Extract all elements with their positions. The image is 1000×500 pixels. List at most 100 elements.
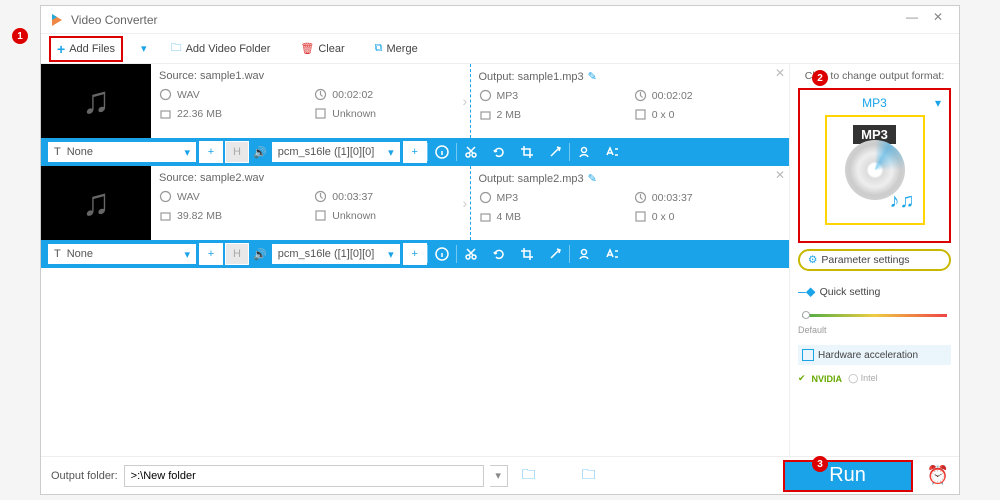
folder-icon <box>479 210 492 223</box>
add-files-label: Add Files <box>69 43 115 55</box>
source-panel: Source: sample2.wav WAV 00:03:37 39.82 M… <box>151 166 471 240</box>
item-toolbar: T None▾ + H 🔊 pcm_s16le ([1][0][0]▾ + <box>41 138 789 166</box>
dropdown-caret-icon[interactable]: ▾ <box>141 42 147 55</box>
edit-output-button[interactable]: ✎ <box>588 70 597 83</box>
effect-dropdown[interactable]: T None▾ <box>47 243 197 265</box>
merge-button[interactable]: ⧉ Merge <box>369 39 424 58</box>
rotate-button[interactable] <box>485 138 513 166</box>
add-files-button[interactable]: + Add Files <box>49 36 123 62</box>
output-format-selector[interactable]: MP3▾ MP3 ♪♫ <box>798 88 951 243</box>
app-window: 1 2 3 Video Converter — ✕ + Add Files ▾ … <box>40 5 960 495</box>
bullet-icon: –⬥ <box>798 283 816 300</box>
gpu-chips: ✔NVIDIA ◯ Intel <box>798 373 951 384</box>
hd-button[interactable]: H <box>225 243 249 265</box>
clear-button[interactable]: 🗑 Clear <box>294 39 350 58</box>
schedule-button[interactable]: ⏰ <box>927 465 949 486</box>
resolution-icon <box>314 209 327 222</box>
source-label: Source: sample2.wav <box>159 172 264 184</box>
hw-label: Hardware acceleration <box>818 350 918 361</box>
add-effect-button[interactable]: + <box>199 243 223 265</box>
source-duration: 00:02:02 <box>332 89 373 101</box>
output-format: MP3 <box>497 192 519 204</box>
add-codec-button[interactable]: + <box>403 141 427 163</box>
open-folder-button[interactable]: 🗀 <box>522 464 536 488</box>
intel-label: ◯ Intel <box>848 373 878 384</box>
thumbnail[interactable]: ♫ <box>41 166 151 240</box>
output-duration: 00:02:02 <box>652 90 693 102</box>
cut-button[interactable] <box>457 240 485 268</box>
source-size: 22.36 MB <box>177 108 222 120</box>
output-size: 4 MB <box>497 211 522 223</box>
source-resolution: Unknown <box>332 210 376 222</box>
remove-item-button[interactable]: ✕ <box>775 66 785 80</box>
folder-icon <box>159 209 172 222</box>
app-logo-icon <box>49 12 65 28</box>
trash-icon: 🗑 <box>300 42 314 55</box>
minimize-button[interactable]: — <box>899 10 925 30</box>
info-button[interactable] <box>428 138 456 166</box>
thumbnail[interactable]: ♫ <box>41 64 151 138</box>
disc-icon <box>479 89 492 102</box>
enhance-button[interactable] <box>541 240 569 268</box>
info-button[interactable] <box>428 240 456 268</box>
close-button[interactable]: ✕ <box>925 10 951 30</box>
effect-dropdown[interactable]: T None▾ <box>47 141 197 163</box>
enhance-button[interactable] <box>541 138 569 166</box>
folder-icon <box>159 107 172 120</box>
clock-icon <box>634 89 647 102</box>
merge-label: Merge <box>387 43 418 55</box>
quick-setting-row: –⬥ Quick setting <box>798 283 951 300</box>
edit-output-button[interactable]: ✎ <box>588 172 597 185</box>
hd-button[interactable]: H <box>225 141 249 163</box>
plus-icon: + <box>57 41 65 57</box>
folder-icon: 🗀 <box>171 39 182 58</box>
source-size: 39.82 MB <box>177 210 222 222</box>
clock-icon <box>634 191 647 204</box>
output-size: 2 MB <box>497 109 522 121</box>
resolution-icon <box>634 108 647 121</box>
run-label: Run <box>829 464 866 487</box>
subtitle-button[interactable] <box>598 138 626 166</box>
cut-button[interactable] <box>457 138 485 166</box>
subtitle-button[interactable] <box>598 240 626 268</box>
item-toolbar: T None▾ + H 🔊 pcm_s16le ([1][0][0]▾ + <box>41 240 789 268</box>
output-folder-input[interactable] <box>124 465 484 487</box>
watermark-button[interactable] <box>570 138 598 166</box>
crop-button[interactable] <box>513 138 541 166</box>
param-label: Parameter settings <box>821 254 909 266</box>
hardware-accel-row[interactable]: Hardware acceleration <box>798 345 951 365</box>
window-title: Video Converter <box>71 13 899 27</box>
settings-icon: ⚙ <box>808 254 817 266</box>
music-note-icon: ♫ <box>82 182 111 225</box>
rotate-button[interactable] <box>485 240 513 268</box>
output-duration: 00:03:37 <box>652 192 693 204</box>
browse-folder-button[interactable]: 🗀 <box>582 464 596 488</box>
add-codec-button[interactable]: + <box>403 243 427 265</box>
disc-icon <box>479 191 492 204</box>
chevron-down-icon: ▾ <box>935 96 941 110</box>
codec-dropdown[interactable]: pcm_s16le ([1][0][0]▾ <box>271 243 401 265</box>
disc-icon <box>159 88 172 101</box>
add-effect-button[interactable]: + <box>199 141 223 163</box>
slider-default-label: Default <box>798 325 951 335</box>
source-format: WAV <box>177 191 200 203</box>
nvidia-label: NVIDIA <box>812 374 843 384</box>
source-duration: 00:03:37 <box>332 191 373 203</box>
quality-slider[interactable] <box>802 314 947 317</box>
add-video-folder-button[interactable]: 🗀 Add Video Folder <box>165 36 277 61</box>
run-button[interactable]: Run <box>783 460 913 492</box>
output-folder-dropdown[interactable]: ▾ <box>490 465 508 487</box>
resolution-icon <box>314 107 327 120</box>
slider-thumb[interactable] <box>802 311 810 319</box>
arrow-icon: › <box>463 195 468 211</box>
remove-item-button[interactable]: ✕ <box>775 168 785 182</box>
hw-checkbox[interactable] <box>802 349 814 361</box>
parameter-settings-button[interactable]: ⚙ Parameter settings <box>798 249 951 271</box>
folder-icon <box>479 108 492 121</box>
crop-button[interactable] <box>513 240 541 268</box>
watermark-button[interactable] <box>570 240 598 268</box>
title-bar: Video Converter — ✕ <box>41 6 959 34</box>
codec-dropdown[interactable]: pcm_s16le ([1][0][0]▾ <box>271 141 401 163</box>
music-note-icon: ♫ <box>82 80 111 123</box>
annotation-1: 1 <box>12 28 28 44</box>
